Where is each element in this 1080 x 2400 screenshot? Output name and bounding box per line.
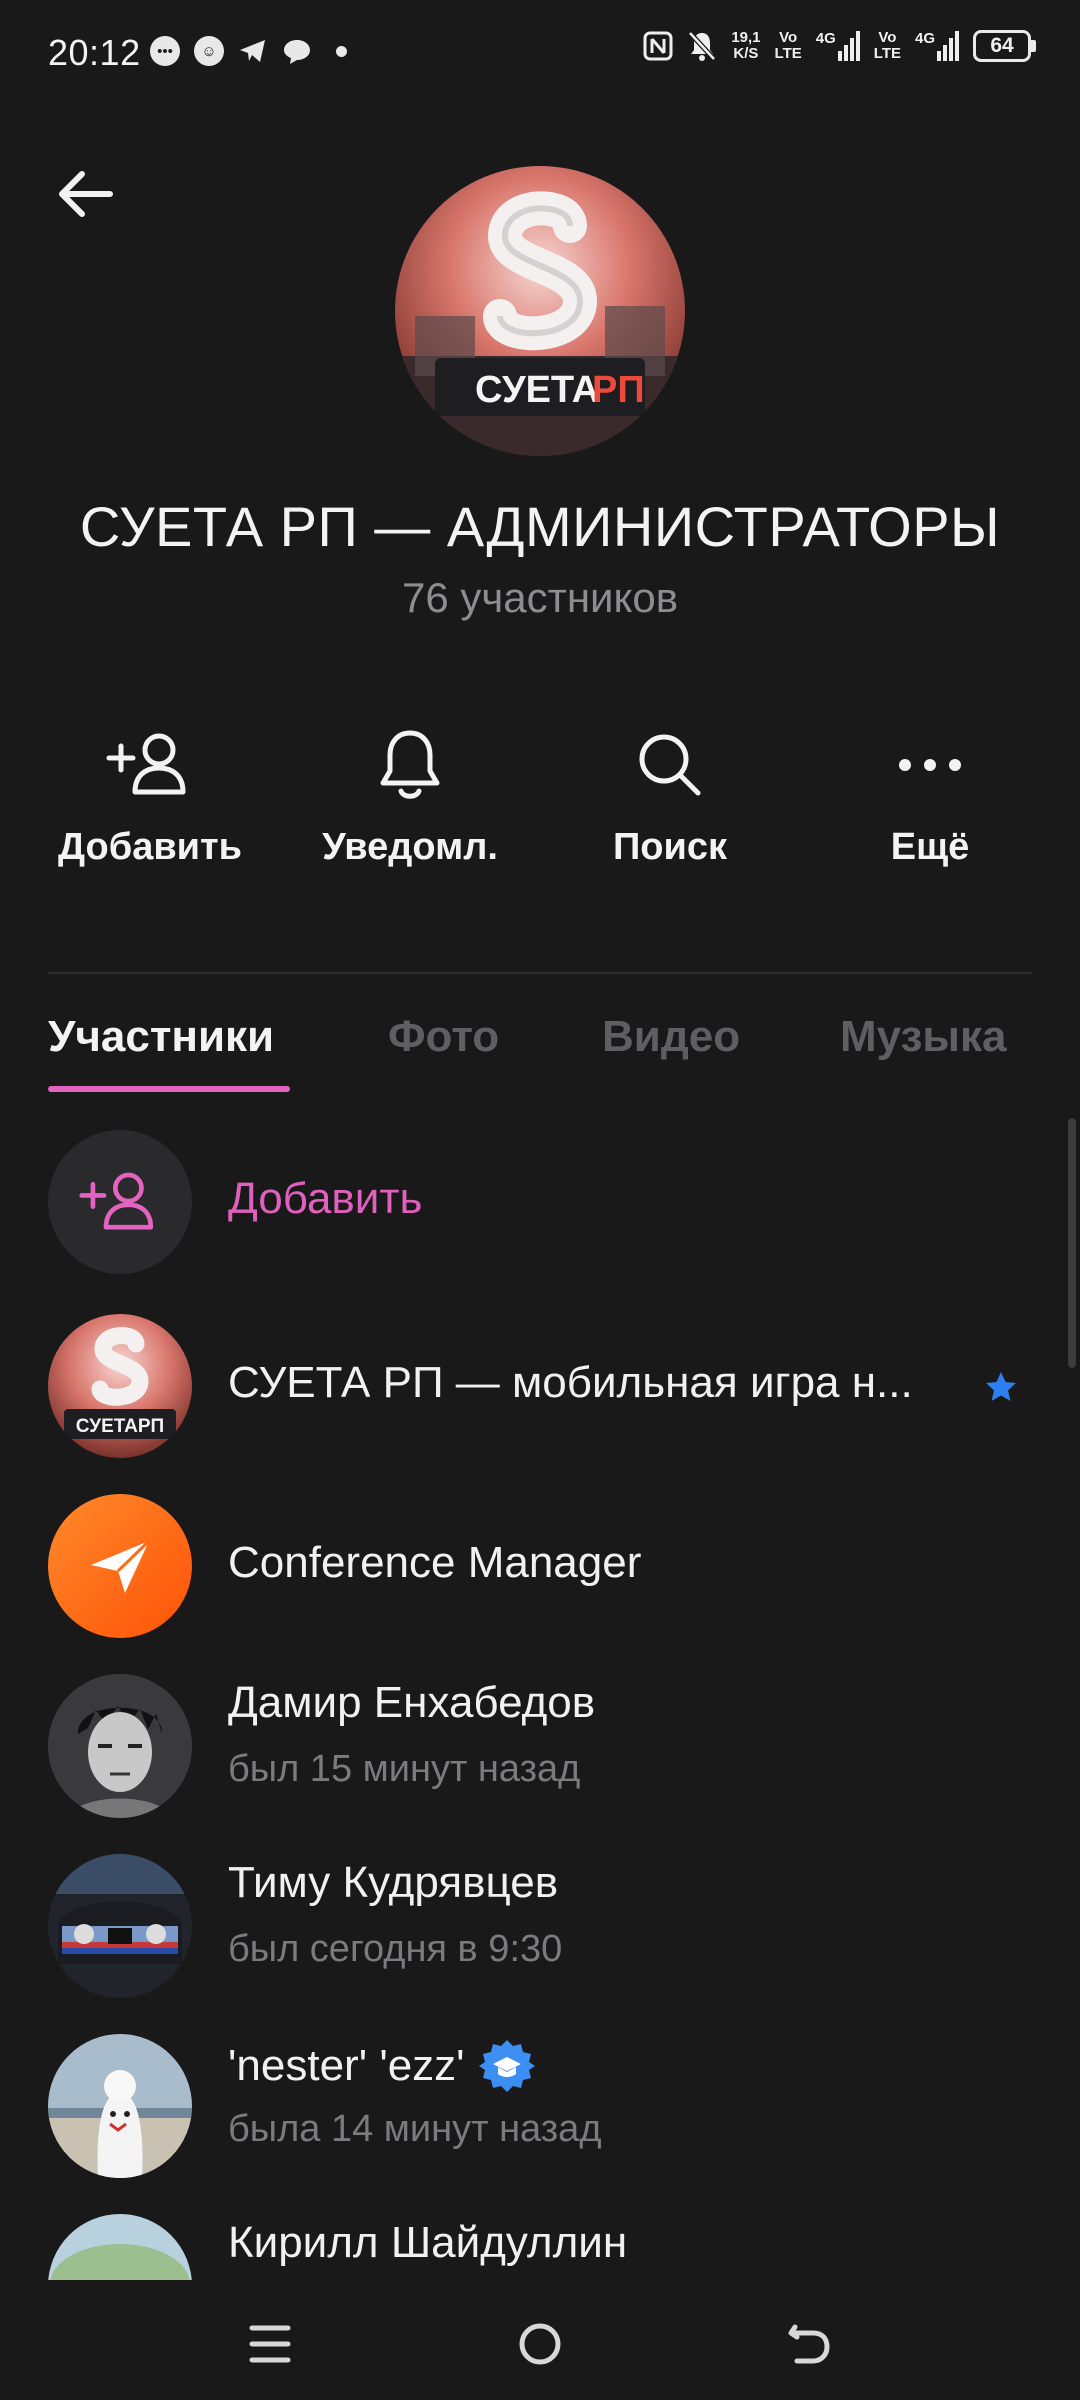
signal-bars-icon — [937, 31, 959, 61]
nfc-icon — [643, 31, 673, 61]
add-member-button[interactable]: Добавить — [20, 720, 280, 890]
action-label: Добавить — [57, 826, 243, 868]
group-title: СУЕТА РП — АДМИНИСТРАТОРЫ — [79, 495, 1001, 558]
tab-videos[interactable]: Видео — [602, 1012, 740, 1062]
home-circle-icon — [519, 2323, 561, 2365]
avatar — [48, 1854, 192, 1998]
bell-icon — [365, 720, 455, 810]
back-icon — [788, 2324, 830, 2364]
notification-icons: ••• ☺ — [150, 36, 347, 66]
back-button[interactable] — [44, 154, 124, 234]
more-icon — [885, 720, 975, 810]
battery-indicator: 64 — [973, 30, 1036, 62]
avatar: СУЕТАРП — [48, 1314, 192, 1458]
divider — [48, 972, 1032, 974]
member-list: Добавить СУЕТАРП СУЕТА РП — мобильная иг… — [0, 1130, 1080, 2280]
conference-avatar — [48, 1494, 192, 1638]
more-button[interactable]: Ещё — [800, 720, 1060, 890]
member-status: был сегодня в 9:30 — [228, 1928, 563, 1970]
member-name: Conference Manager — [228, 1538, 642, 1587]
list-item[interactable]: СУЕТАРП СУЕТА РП — мобильная игра н... — [0, 1314, 1080, 1494]
avatar-text: СУЕТАРП — [76, 1416, 164, 1437]
search-icon — [625, 720, 715, 810]
avatar — [48, 2214, 192, 2280]
star-icon — [986, 1372, 1016, 1401]
system-indicators: 19,1 K/S Vo LTE 4G Vo LTE 4G 64 — [643, 30, 1036, 62]
avatar-text-accent: РП — [592, 369, 645, 411]
member-status: был 15 минут назад — [228, 1748, 581, 1790]
verified-badge-icon — [478, 2040, 535, 2092]
add-member-row[interactable]: Добавить — [0, 1130, 1080, 1310]
status-time: 20:12 — [48, 32, 141, 73]
volte-indicator-1: Vo LTE — [774, 29, 802, 62]
group-avatar[interactable]: СУЕТА РП — [395, 166, 685, 456]
media-tabs: Участники Фото Видео Музыка — [48, 1012, 1048, 1092]
signal-1: 4G — [816, 31, 860, 61]
volte-indicator-2: Vo LTE — [873, 29, 901, 62]
member-name: 'nester' 'ezz' — [228, 2041, 465, 2090]
member-name-wrap: 'nester' 'ezz' — [228, 2038, 535, 2094]
member-name: Дамир Енхабедов — [228, 1678, 596, 1727]
list-item[interactable]: Conference Manager — [0, 1494, 1080, 1674]
avatar — [48, 1674, 192, 1818]
app-notification-icon: ☺ — [194, 36, 224, 66]
home-button[interactable] — [500, 2304, 580, 2384]
telegram-notification-icon — [240, 40, 265, 62]
tab-members[interactable]: Участники — [48, 1012, 274, 1062]
group-logo-image: СУЕТА РП — [395, 166, 685, 456]
list-item[interactable]: 'nester' 'ezz' была 14 минут назад — [0, 2034, 1080, 2214]
member-status: была 14 минут назад — [228, 2108, 602, 2150]
member-count: 76 участников — [401, 574, 679, 621]
action-label: Уведомл. — [322, 826, 498, 868]
net-speed: 19,1 K/S — [731, 29, 761, 62]
back-nav-button[interactable] — [770, 2304, 850, 2384]
list-item[interactable]: Кирилл Шайдуллин — [0, 2214, 1080, 2280]
action-label: Ещё — [890, 826, 970, 868]
more-notifications-dot — [336, 45, 347, 57]
action-bar: Добавить Уведомл. Поиск Ещё — [20, 720, 1060, 890]
add-member-label: Добавить — [228, 1174, 423, 1223]
arrow-left-icon — [59, 171, 113, 217]
menu-icon — [249, 2325, 291, 2363]
paper-plane-icon — [91, 1539, 151, 1593]
member-name: СУЕТА РП — мобильная игра н... — [228, 1358, 913, 1407]
chat-notification-icon — [284, 40, 310, 64]
tab-photos[interactable]: Фото — [388, 1012, 499, 1062]
add-user-icon — [105, 720, 195, 810]
avatar-text-main: СУЕТА — [475, 369, 599, 411]
list-item[interactable]: Дамир Енхабедов был 15 минут назад — [0, 1674, 1080, 1854]
tab-music[interactable]: Музыка — [840, 1012, 1006, 1062]
search-button[interactable]: Поиск — [540, 720, 800, 890]
recent-apps-button[interactable] — [230, 2304, 310, 2384]
add-user-icon — [48, 1130, 192, 1274]
notifications-button[interactable]: Уведомл. — [280, 720, 540, 890]
system-navigation-bar — [0, 2280, 1080, 2400]
signal-2: 4G — [915, 31, 959, 61]
signal-bars-icon — [837, 31, 860, 61]
mute-icon — [688, 31, 717, 61]
list-item[interactable]: Тиму Кудрявцев был сегодня в 9:30 — [0, 1854, 1080, 2034]
action-label: Поиск — [612, 826, 728, 868]
member-name: Кирилл Шайдуллин — [228, 2218, 628, 2267]
avatar — [48, 2034, 192, 2178]
active-tab-indicator — [48, 1086, 290, 1092]
message-notification-icon: ••• — [150, 36, 180, 66]
status-bar: 20:12 ••• ☺ 19,1 K/S Vo LTE 4G Vo LTE 4G 64 — [0, 0, 1080, 110]
member-name: Тиму Кудрявцев — [228, 1858, 559, 1907]
